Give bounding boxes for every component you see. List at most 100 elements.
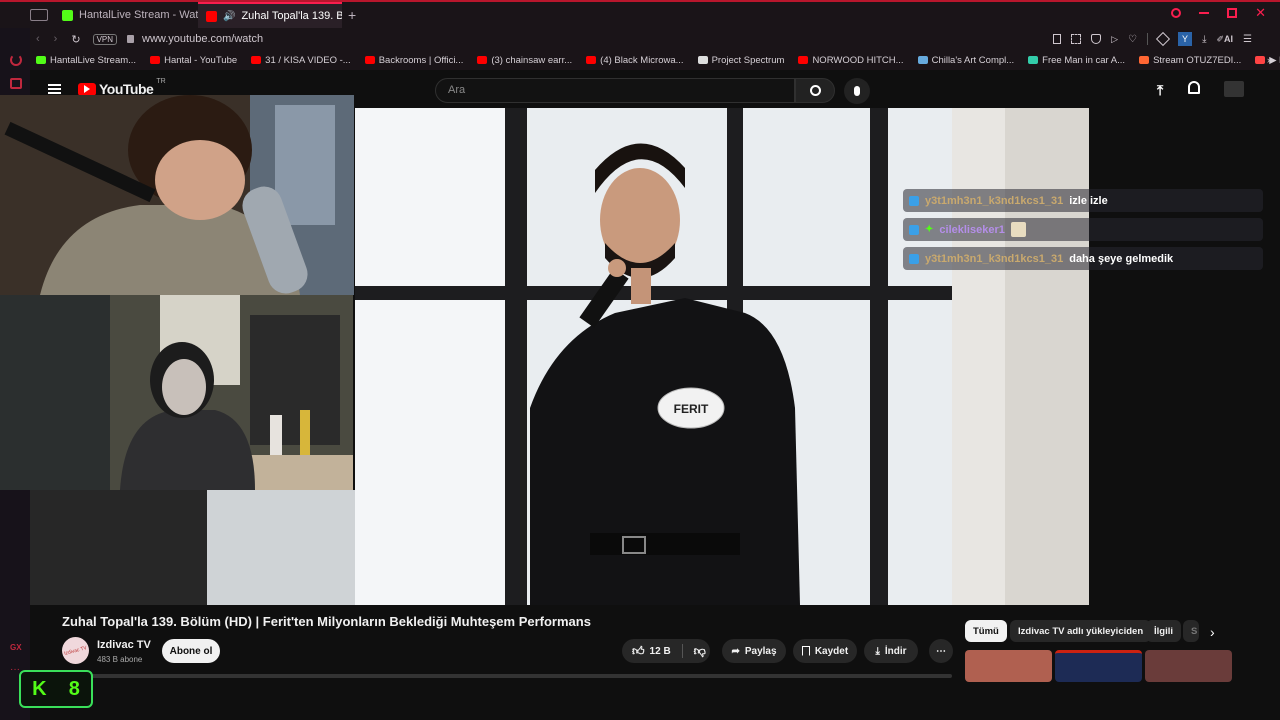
bookmark-label: Free Man in car A...	[1042, 54, 1126, 66]
tab-overview-icon[interactable]	[30, 9, 48, 21]
recommended-thumbnail[interactable]	[965, 650, 1052, 682]
channel-name[interactable]: Izdivac TV	[97, 639, 151, 651]
chip-more[interactable]: S	[1183, 620, 1199, 642]
chat-text: izle izle	[1069, 194, 1108, 207]
tab-bar: HantalLive Stream - Watch 🔊 Zuhal Topal'…	[0, 0, 1280, 28]
save-button[interactable]: Kaydet	[793, 639, 857, 663]
speaker-icon[interactable]: 🔊	[223, 11, 235, 22]
download-icon[interactable]: ⤓	[1202, 34, 1206, 45]
download-button[interactable]: ⤓ İndir	[864, 639, 918, 663]
bookmark-item[interactable]: (4) Black Microwa...	[586, 54, 684, 66]
bookmark-item[interactable]: Stream OTUZ7EDI...	[1139, 55, 1241, 66]
youtube-icon	[364, 56, 375, 64]
bookmark-item[interactable]: (3) chainsaw earr...	[477, 55, 572, 66]
guest-cam-frame	[0, 295, 353, 490]
thumbs-down-icon[interactable]: 👎︎	[694, 644, 706, 659]
new-tab-button[interactable]: +	[348, 7, 356, 23]
kick-viewer-widget[interactable]: K 8	[19, 670, 93, 708]
gx-label[interactable]: GX	[10, 643, 22, 652]
pin-icon[interactable]	[1053, 34, 1062, 44]
subscribe-button[interactable]: Abone ol	[162, 639, 220, 663]
bookmark-item[interactable]: Hantal - YouTube	[150, 55, 237, 66]
bookmark-item[interactable]: Chilla's Art Compl...	[917, 55, 1014, 66]
bookmark-favicon-icon	[1255, 56, 1266, 64]
search-tabs-icon[interactable]	[1171, 8, 1182, 18]
snapshot-icon[interactable]	[1071, 34, 1082, 44]
download-label: İndir	[884, 645, 907, 657]
bookmark-favicon-icon	[1139, 56, 1150, 64]
hamburger-middle-bar	[48, 88, 61, 90]
bookmark-label: Project Spectrum	[711, 54, 785, 66]
search-input[interactable]: Ara	[435, 78, 795, 103]
extensions-icon[interactable]	[1155, 31, 1171, 47]
back-icon[interactable]: ‹	[36, 33, 40, 45]
channel-avatar-text: Izdivac TV	[63, 644, 88, 657]
reload-icon[interactable]: ↻	[71, 33, 80, 46]
bookmark-item[interactable]: NORWOOD HITCH...	[798, 55, 904, 66]
tab-hantallive[interactable]: HantalLive Stream - Watch	[54, 2, 198, 28]
bookmark-label: Hantal - YouTube	[164, 54, 238, 66]
like-button[interactable]: 👍︎ 12 B 👎︎	[622, 639, 710, 663]
divider	[681, 644, 683, 658]
lock-icon	[127, 35, 135, 43]
chip-related[interactable]: İlgili	[1146, 620, 1181, 642]
more-actions-button[interactable]: ⋯	[929, 639, 953, 663]
bookmark-item[interactable]: HantalLive Stream...	[36, 55, 136, 66]
voice-search-button[interactable]	[844, 78, 870, 104]
bookmark-item[interactable]: Free Man in car A...	[1028, 55, 1125, 66]
bookmark-item[interactable]: Project Spectrum	[697, 54, 785, 66]
vpn-badge[interactable]: VPN	[92, 33, 118, 45]
youtube-play-icon	[78, 82, 96, 96]
notifications-bell-icon[interactable]	[1188, 81, 1200, 94]
region-code: TR	[156, 78, 166, 85]
chip-all[interactable]: Tümü	[965, 620, 1007, 642]
bag-icon[interactable]	[10, 78, 22, 89]
refresh-gx-icon[interactable]	[10, 54, 22, 66]
bookmark-favicon-icon	[1028, 56, 1039, 64]
ai-label: AI	[1224, 33, 1234, 44]
youtube-icon	[150, 56, 161, 64]
close-icon[interactable]: ✕	[1255, 6, 1266, 19]
heart-icon[interactable]: ♡	[1128, 34, 1137, 45]
play-icon[interactable]: ▷	[1111, 34, 1118, 45]
hamburger-menu-icon[interactable]	[48, 84, 61, 94]
share-icon: ➦	[731, 645, 740, 657]
video-player[interactable]: FERIT	[355, 108, 1089, 605]
play-triangle-icon	[84, 85, 90, 93]
shield-icon[interactable]	[1091, 34, 1102, 44]
channel-avatar[interactable]: Izdivac TV	[62, 637, 89, 664]
recommended-thumbnail[interactable]	[1145, 650, 1232, 682]
bookmark-item[interactable]: Backrooms | Offici...	[364, 55, 463, 66]
bookmark-item[interactable]: 31 / KISA VIDEO -...	[251, 55, 351, 66]
share-button[interactable]: ➦ Paylaş	[722, 639, 786, 663]
chat-username: y3t1mh3n1_k3nd1kcs1_31	[925, 252, 1064, 265]
youtube-icon	[206, 10, 217, 22]
chip-uploader[interactable]: Izdivac TV adlı yükleyiciden	[1010, 620, 1152, 642]
search-button[interactable]	[795, 78, 835, 103]
upload-icon[interactable]: ⤒	[1157, 82, 1163, 99]
account-avatar[interactable]	[1224, 81, 1244, 97]
video-frame: FERIT	[355, 108, 1089, 605]
forward-icon[interactable]: ›	[54, 33, 58, 45]
bookmarks-overflow-icon[interactable]: ›	[1267, 55, 1270, 66]
recommended-thumbnail[interactable]	[1055, 650, 1142, 682]
bookmark-label: (4) Black Microwa...	[600, 54, 684, 66]
minimize-icon[interactable]	[1199, 12, 1210, 14]
streamer-webcam	[0, 95, 354, 295]
guest-webcam	[0, 295, 353, 490]
bookmark-icon	[801, 646, 810, 656]
tab-youtube[interactable]: 🔊 Zuhal Topal'la 139. Bölüm	[198, 2, 342, 28]
maximize-icon[interactable]	[1227, 8, 1238, 18]
share-label: Paylaş	[744, 645, 777, 657]
menu-icon[interactable]: ☰	[1243, 34, 1252, 45]
bookmark-label: 31 / KISA VIDEO -...	[265, 54, 351, 66]
chips-next-icon[interactable]: ›	[1210, 624, 1215, 640]
chat-badge-icon	[909, 253, 919, 264]
aria-ai-button[interactable]: ✐AI	[1216, 34, 1233, 45]
kick-viewer-count: 8	[68, 677, 80, 700]
progress-bar[interactable]	[62, 674, 952, 678]
profile-avatar[interactable]: Y	[1178, 32, 1193, 46]
chat-username: cilekliseker1	[939, 223, 1005, 236]
emote-icon	[1010, 222, 1026, 237]
url-field[interactable]: www.youtube.com/watch	[142, 33, 263, 45]
